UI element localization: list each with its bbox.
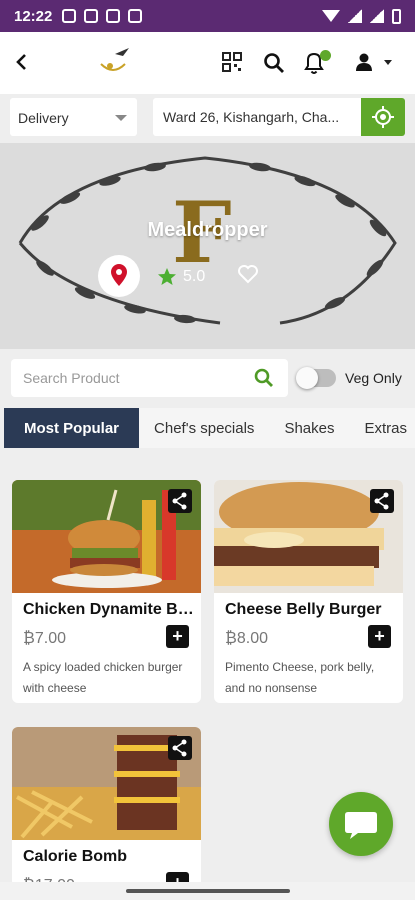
share-button[interactable] (168, 736, 192, 760)
product-price: ₿8.00 (225, 630, 268, 647)
product-description: Pimento Cheese, pork belly, and no nonse… (225, 660, 375, 695)
battery-icon (392, 8, 401, 24)
search-icon[interactable] (263, 52, 285, 74)
product-card[interactable]: Chicken Dynamite Burger ₿7.00 + A spicy … (12, 480, 201, 703)
tab-extras[interactable]: Extras (349, 408, 415, 448)
rating: 5.0 (157, 267, 205, 287)
user-icon[interactable] (354, 52, 374, 72)
category-tabs: Most Popular Chef's specials Shakes Extr… (0, 406, 415, 450)
image-icon (128, 9, 143, 23)
toggle-knob (296, 367, 318, 389)
status-bar: 12:22 (0, 0, 415, 32)
status-time: 12:22 (14, 7, 53, 25)
system-nav-bar (0, 882, 415, 900)
share-button[interactable] (370, 489, 394, 513)
restaurant-banner: F Mealdropper 5.0 (0, 143, 415, 349)
notification-icon (84, 9, 99, 23)
product-search-input[interactable] (11, 359, 231, 397)
star-icon (158, 268, 176, 285)
product-card[interactable]: Cheese Belly Burger ₿8.00 + Pimento Chee… (214, 480, 403, 703)
location-pin-icon (111, 264, 127, 286)
rating-value: 5.0 (183, 268, 206, 285)
product-description: A spicy loaded chicken burger with chees… (23, 660, 183, 695)
add-to-cart-button[interactable]: + (166, 625, 189, 648)
back-arrow-icon[interactable] (10, 50, 34, 74)
add-to-cart-button[interactable]: + (368, 625, 391, 648)
app-header (0, 32, 415, 94)
qr-code-icon[interactable] (222, 52, 242, 72)
product-name: Cheese Belly Burger (225, 601, 382, 618)
app-logo (100, 48, 129, 71)
tab-most-popular[interactable]: Most Popular (4, 408, 140, 448)
product-name: Calorie Bomb (23, 848, 128, 865)
home-gesture-bar[interactable] (126, 889, 290, 893)
tab-chefs-specials[interactable]: Chef's specials (139, 408, 270, 448)
chevron-down-icon[interactable] (384, 60, 392, 65)
order-type-value: Delivery (18, 110, 69, 126)
product-price: ₿7.00 (23, 630, 66, 647)
restaurant-name: Mealdropper (147, 219, 268, 241)
notification-icon (106, 9, 121, 23)
veg-only-toggle[interactable] (296, 367, 336, 389)
product-search-box (11, 359, 288, 397)
share-icon (172, 492, 187, 510)
notification-icon (62, 9, 77, 23)
order-type-select[interactable]: Delivery (10, 98, 137, 136)
share-icon (172, 739, 187, 757)
signal-icon (370, 9, 384, 23)
chat-button[interactable] (329, 792, 393, 856)
notification-badge (320, 50, 331, 61)
signal-icon (348, 9, 362, 23)
product-name: Chicken Dynamite Burger (23, 601, 195, 618)
veg-only-label: Veg Only (345, 370, 402, 386)
gps-target-icon (372, 106, 394, 128)
delivery-controls: Delivery Ward 26, Kishangarh, Cha... (0, 94, 415, 140)
search-icon[interactable] (254, 368, 274, 388)
tab-shakes[interactable]: Shakes (269, 408, 350, 448)
share-button[interactable] (168, 489, 192, 513)
product-search-row: Veg Only (0, 355, 415, 405)
heart-icon[interactable] (237, 263, 259, 285)
address-field[interactable]: Ward 26, Kishangarh, Cha... (153, 98, 361, 136)
product-card[interactable]: Calorie Bomb ₿17.00 + (12, 727, 201, 887)
location-button[interactable] (98, 255, 140, 297)
wifi-icon (322, 10, 340, 22)
chat-bubble-icon (345, 812, 377, 839)
dropdown-arrow-icon (115, 115, 127, 121)
share-icon (374, 492, 389, 510)
locate-me-button[interactable] (361, 98, 405, 136)
